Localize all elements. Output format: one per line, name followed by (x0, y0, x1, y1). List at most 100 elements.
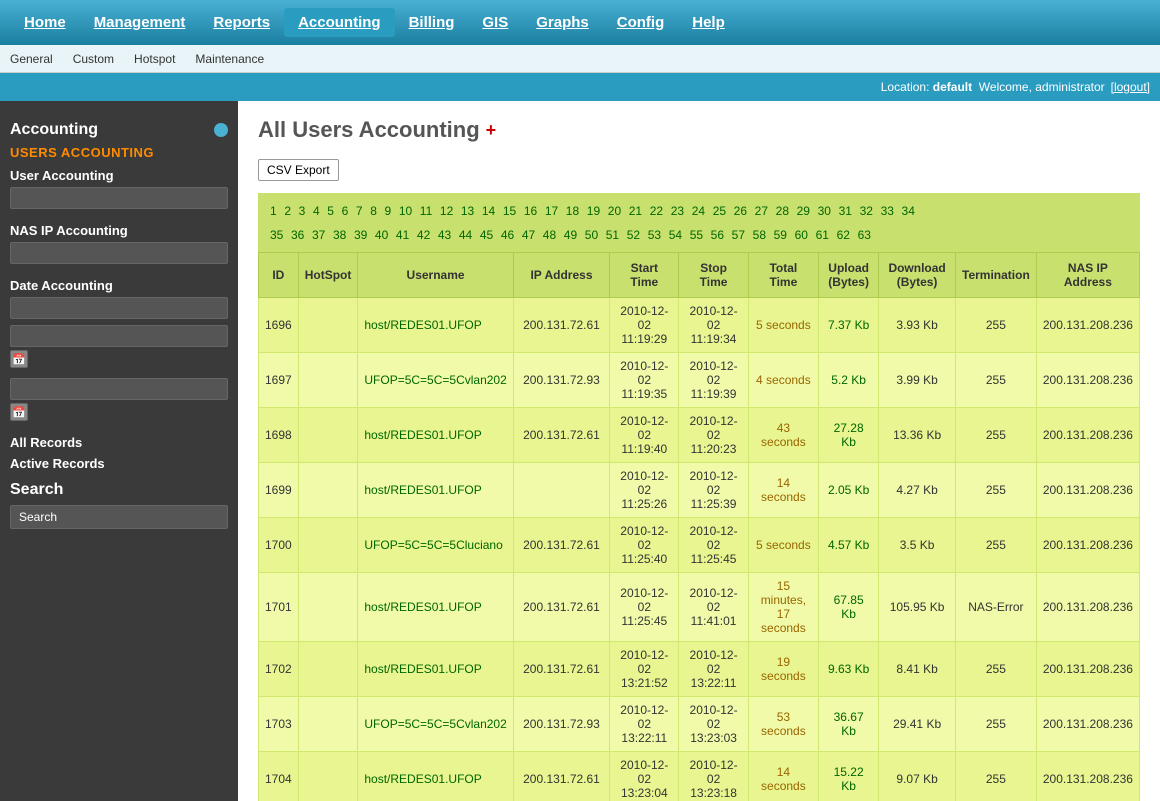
page-link-38[interactable]: 38 (333, 228, 346, 242)
page-link-44[interactable]: 44 (459, 228, 472, 242)
page-link-16[interactable]: 16 (524, 204, 537, 218)
page-link-23[interactable]: 23 (671, 204, 684, 218)
page-link-6[interactable]: 6 (342, 204, 349, 218)
page-link-56[interactable]: 56 (711, 228, 724, 242)
page-link-9[interactable]: 9 (385, 204, 392, 218)
table-cell[interactable]: host/REDES01.UFOP (358, 573, 513, 642)
logout-link[interactable]: [logout] (1111, 80, 1150, 94)
nav-reports[interactable]: Reports (199, 14, 284, 31)
user-accounting-input[interactable] (10, 187, 228, 209)
page-link-34[interactable]: 34 (902, 204, 915, 218)
page-link-1[interactable]: 1 (270, 204, 277, 218)
page-link-17[interactable]: 17 (545, 204, 558, 218)
page-link-40[interactable]: 40 (375, 228, 388, 242)
page-link-59[interactable]: 59 (774, 228, 787, 242)
page-link-43[interactable]: 43 (438, 228, 451, 242)
page-link-4[interactable]: 4 (313, 204, 320, 218)
page-link-31[interactable]: 31 (839, 204, 852, 218)
all-records-link[interactable]: All Records (10, 435, 228, 450)
page-link-21[interactable]: 21 (629, 204, 642, 218)
table-cell[interactable]: host/REDES01.UFOP (358, 752, 513, 801)
csv-export-button[interactable]: CSV Export (258, 159, 339, 181)
page-link-35[interactable]: 35 (270, 228, 283, 242)
page-link-15[interactable]: 15 (503, 204, 516, 218)
page-link-50[interactable]: 50 (585, 228, 598, 242)
nav-home[interactable]: Home (10, 14, 80, 31)
table-cell[interactable]: UFOP=5C=5C=5Cvlan202 (358, 697, 513, 752)
page-link-58[interactable]: 58 (753, 228, 766, 242)
table-cell[interactable]: host/REDES01.UFOP (358, 642, 513, 697)
page-link-37[interactable]: 37 (312, 228, 325, 242)
page-link-60[interactable]: 60 (795, 228, 808, 242)
date-from-calendar-icon[interactable]: 📅 (10, 350, 28, 368)
table-cell[interactable]: host/REDES01.UFOP (358, 408, 513, 463)
nas-ip-accounting-link[interactable]: NAS IP Accounting (10, 223, 228, 238)
nas-ip-accounting-input[interactable] (10, 242, 228, 264)
page-link-7[interactable]: 7 (356, 204, 363, 218)
page-link-47[interactable]: 47 (522, 228, 535, 242)
page-link-26[interactable]: 26 (734, 204, 747, 218)
table-cell[interactable]: UFOP=5C=5C=5Cvlan202 (358, 353, 513, 408)
page-link-30[interactable]: 30 (818, 204, 831, 218)
page-link-52[interactable]: 52 (627, 228, 640, 242)
page-link-25[interactable]: 25 (713, 204, 726, 218)
nav-graphs[interactable]: Graphs (522, 14, 603, 31)
table-cell[interactable]: UFOP=5C=5C=5Cluciano (358, 518, 513, 573)
page-link-18[interactable]: 18 (566, 204, 579, 218)
page-link-49[interactable]: 49 (564, 228, 577, 242)
page-link-45[interactable]: 45 (480, 228, 493, 242)
page-link-3[interactable]: 3 (299, 204, 306, 218)
page-link-19[interactable]: 19 (587, 204, 600, 218)
page-link-8[interactable]: 8 (370, 204, 377, 218)
page-link-48[interactable]: 48 (543, 228, 556, 242)
page-link-63[interactable]: 63 (858, 228, 871, 242)
nav-gis[interactable]: GIS (468, 14, 522, 31)
page-link-42[interactable]: 42 (417, 228, 430, 242)
page-link-46[interactable]: 46 (501, 228, 514, 242)
table-cell[interactable]: host/REDES01.UFOP (358, 463, 513, 518)
nav-help[interactable]: Help (678, 14, 739, 31)
page-link-10[interactable]: 10 (399, 204, 412, 218)
date-accounting-link[interactable]: Date Accounting (10, 278, 228, 293)
subnav-hotspot[interactable]: Hotspot (134, 52, 175, 66)
page-link-54[interactable]: 54 (669, 228, 682, 242)
page-link-57[interactable]: 57 (732, 228, 745, 242)
user-accounting-link[interactable]: User Accounting (10, 168, 228, 183)
page-link-24[interactable]: 24 (692, 204, 705, 218)
nav-accounting[interactable]: Accounting (284, 8, 395, 37)
page-link-22[interactable]: 22 (650, 204, 663, 218)
page-link-2[interactable]: 2 (284, 204, 291, 218)
page-link-41[interactable]: 41 (396, 228, 409, 242)
search-button[interactable]: Search (10, 505, 228, 529)
page-link-20[interactable]: 20 (608, 204, 621, 218)
page-link-11[interactable]: 11 (420, 204, 432, 218)
date-to-calendar-icon[interactable]: 📅 (10, 403, 28, 421)
nav-config[interactable]: Config (603, 14, 678, 31)
table-cell[interactable]: host/REDES01.UFOP (358, 298, 513, 353)
page-link-51[interactable]: 51 (606, 228, 619, 242)
nav-management[interactable]: Management (80, 14, 200, 31)
date-accounting-filter-input[interactable] (10, 297, 228, 319)
subnav-custom[interactable]: Custom (73, 52, 114, 66)
page-link-36[interactable]: 36 (291, 228, 304, 242)
page-link-13[interactable]: 13 (461, 204, 474, 218)
active-records-link[interactable]: Active Records (10, 456, 228, 471)
page-link-62[interactable]: 62 (837, 228, 850, 242)
page-link-5[interactable]: 5 (327, 204, 334, 218)
page-link-32[interactable]: 32 (860, 204, 873, 218)
page-link-12[interactable]: 12 (440, 204, 453, 218)
page-link-33[interactable]: 33 (881, 204, 894, 218)
date-from-input[interactable]: 2010-12-12 (10, 325, 228, 347)
page-link-53[interactable]: 53 (648, 228, 661, 242)
page-link-55[interactable]: 55 (690, 228, 703, 242)
page-link-28[interactable]: 28 (776, 204, 789, 218)
page-link-29[interactable]: 29 (797, 204, 810, 218)
subnav-maintenance[interactable]: Maintenance (195, 52, 264, 66)
subnav-general[interactable]: General (10, 52, 53, 66)
date-to-input[interactable]: 2010-12-13 (10, 378, 228, 400)
page-link-39[interactable]: 39 (354, 228, 367, 242)
page-link-61[interactable]: 61 (816, 228, 829, 242)
page-link-27[interactable]: 27 (755, 204, 768, 218)
page-link-14[interactable]: 14 (482, 204, 495, 218)
nav-billing[interactable]: Billing (395, 14, 469, 31)
